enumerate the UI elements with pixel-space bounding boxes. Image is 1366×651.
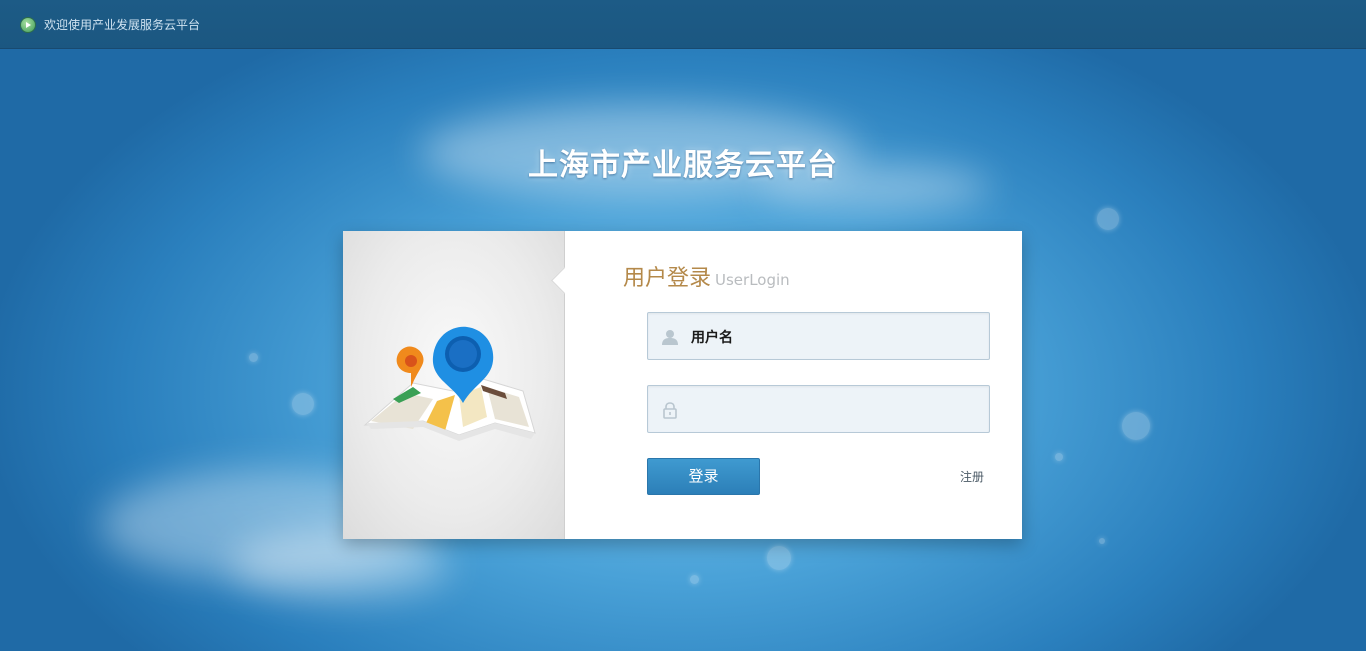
login-title-en: UserLogin bbox=[715, 271, 790, 289]
welcome-text: 欢迎使用产业发展服务云平台 bbox=[44, 18, 201, 32]
username-field[interactable]: 用户名 bbox=[647, 312, 990, 360]
username-value: 用户名 bbox=[691, 330, 733, 346]
bubble-decoration bbox=[1055, 453, 1063, 461]
bubble-decoration bbox=[1099, 538, 1105, 544]
user-icon bbox=[662, 330, 678, 345]
login-title-cn: 用户登录 bbox=[623, 266, 712, 291]
login-panel: 用户登录 UserLogin 用户名 登录 注册 bbox=[343, 231, 1022, 539]
bubble-decoration bbox=[249, 353, 258, 362]
bubble-decoration bbox=[767, 546, 791, 570]
bubble-decoration bbox=[1097, 208, 1119, 230]
top-bar: 欢迎使用产业发展服务云平台 bbox=[0, 0, 1366, 49]
password-field[interactable] bbox=[647, 385, 990, 433]
map-pin-icon bbox=[363, 326, 536, 441]
login-title: 用户登录 UserLogin bbox=[623, 260, 790, 292]
illustration-panel bbox=[343, 231, 565, 539]
platform-title: 上海市产业服务云平台 bbox=[528, 148, 838, 183]
bubble-decoration bbox=[690, 575, 699, 584]
bubble-decoration bbox=[292, 393, 314, 415]
login-button[interactable]: 登录 bbox=[647, 458, 760, 495]
register-link[interactable]: 注册 bbox=[960, 468, 984, 485]
play-circle-icon bbox=[21, 18, 35, 32]
lock-icon bbox=[663, 402, 677, 419]
bubble-decoration bbox=[1122, 412, 1150, 440]
cloud-decoration bbox=[230, 530, 450, 600]
